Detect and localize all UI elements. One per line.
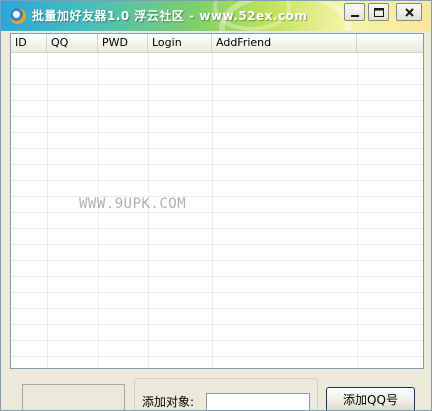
column-header-filler xyxy=(357,34,423,52)
add-qq-button[interactable]: 添加QQ号 xyxy=(326,387,415,410)
app-icon xyxy=(10,8,26,24)
list-grid xyxy=(11,53,423,368)
close-icon xyxy=(405,8,414,17)
target-label: 添加对象: xyxy=(142,395,195,409)
account-list[interactable]: ID QQ PWD Login AddFriend WWW.9UPK.COM xyxy=(10,33,424,369)
list-header: ID QQ PWD Login AddFriend xyxy=(11,34,423,53)
main-window: 批量加好友器1.0 浮云社区 - www.52ex.com ID QQ PWD … xyxy=(0,0,432,411)
title-bar[interactable]: 批量加好友器1.0 浮云社区 - www.52ex.com xyxy=(1,1,431,31)
status-box xyxy=(22,384,125,410)
column-header-qq[interactable]: QQ xyxy=(47,34,98,52)
minimize-icon xyxy=(351,15,359,17)
column-header-login[interactable]: Login xyxy=(148,34,212,52)
maximize-button[interactable] xyxy=(368,3,389,21)
minimize-button[interactable] xyxy=(344,3,365,21)
column-header-id[interactable]: ID xyxy=(11,34,47,52)
window-title: 批量加好友器1.0 浮云社区 - www.52ex.com xyxy=(32,9,308,23)
column-header-pwd[interactable]: PWD xyxy=(98,34,148,52)
close-button[interactable] xyxy=(396,3,422,21)
target-input[interactable] xyxy=(206,393,310,410)
maximize-icon xyxy=(374,8,384,17)
column-header-addfriend[interactable]: AddFriend xyxy=(212,34,357,52)
watermark-text: WWW.9UPK.COM xyxy=(79,196,187,212)
